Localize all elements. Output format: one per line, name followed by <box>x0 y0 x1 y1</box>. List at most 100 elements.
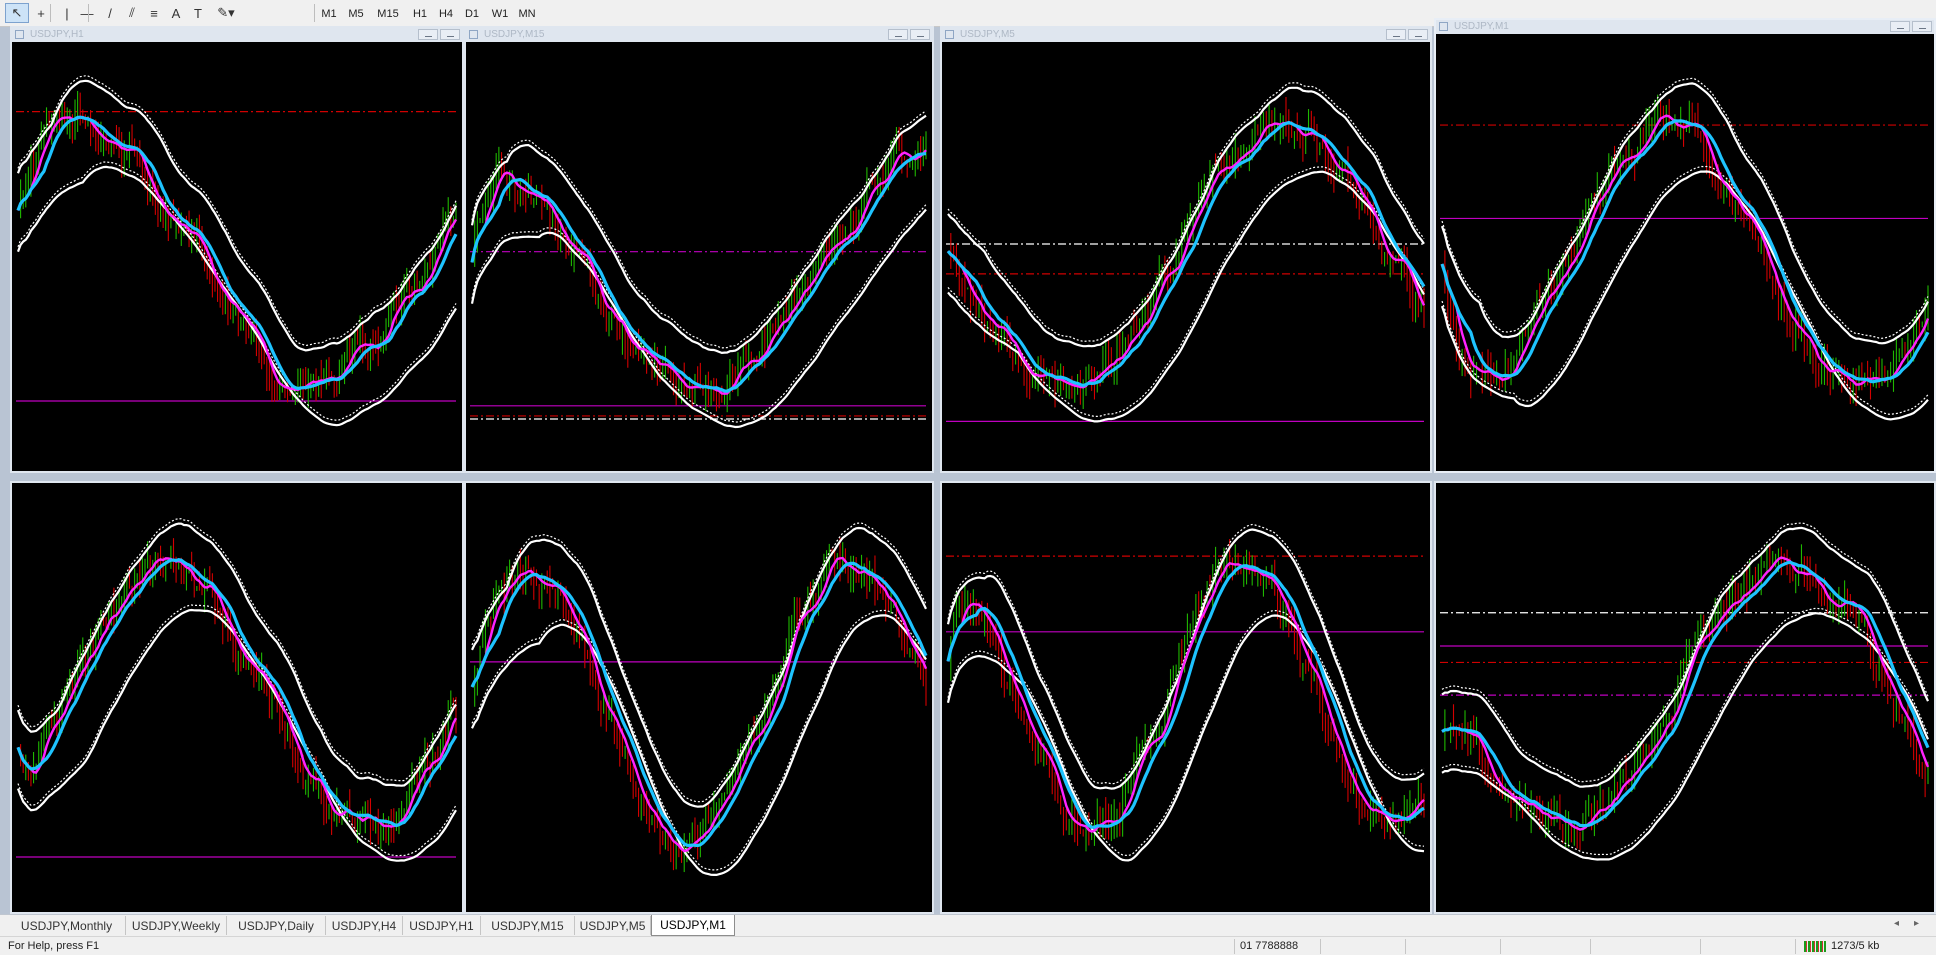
chart-window-titlebar[interactable]: USDJPY,M15 <box>466 28 932 42</box>
timeframe-h1-button[interactable]: H1 <box>410 5 430 22</box>
timeframe-mn-button[interactable]: MN <box>515 5 539 22</box>
chart-window-titlebar[interactable]: USDJPY,M5 <box>942 28 1430 42</box>
lower-band-hatch <box>17 604 457 857</box>
upper-band <box>947 86 1425 348</box>
status-value: 01 7788888 <box>1240 940 1299 952</box>
chart-window[interactable] <box>10 481 464 914</box>
slow-moving-average <box>470 561 928 848</box>
price-chart-canvas[interactable] <box>12 483 462 912</box>
slow-moving-average <box>470 152 927 393</box>
price-chart[interactable] <box>12 42 462 471</box>
slow-moving-average <box>946 120 1426 388</box>
price-chart-canvas[interactable] <box>942 483 1430 912</box>
fast-moving-average <box>470 149 927 395</box>
chart-document-icon <box>469 30 478 39</box>
chart-tab[interactable]: USDJPY,M15 <box>481 916 575 935</box>
upper-band-hatch <box>947 523 1425 785</box>
chart-document-icon <box>1439 22 1448 31</box>
equidistant-channel-icon[interactable]: ⫽ <box>120 3 144 23</box>
timeframe-m5-button[interactable]: M5 <box>345 5 367 22</box>
maximize-window-icon[interactable] <box>1912 21 1932 32</box>
fast-moving-average <box>947 121 1426 389</box>
lower-band-hatch <box>17 161 457 421</box>
chart-tab-bar: USDJPY,Monthly USDJPY,Weekly USDJPY,Daily U… <box>0 914 1936 936</box>
maximize-window-icon[interactable] <box>910 29 930 40</box>
horizontal-line-icon[interactable]: — <box>75 3 99 23</box>
chart-tab[interactable]: USDJPY,Weekly <box>126 916 227 935</box>
price-chart-canvas[interactable] <box>12 42 462 471</box>
cursor-icon[interactable]: ↖ <box>5 3 29 23</box>
price-chart[interactable] <box>1436 483 1934 912</box>
chart-window[interactable] <box>464 481 934 914</box>
timeframe-d1-button[interactable]: D1 <box>461 5 483 22</box>
price-chart-canvas[interactable] <box>466 42 932 471</box>
chart-document-icon <box>15 30 24 39</box>
connection-status-icon <box>1804 941 1826 952</box>
chart-window-titlebar[interactable]: USDJPY,M1 <box>1436 20 1934 34</box>
minimize-window-icon[interactable] <box>888 29 908 40</box>
price-chart[interactable] <box>12 483 462 912</box>
lower-band <box>947 170 1425 423</box>
tab-scroll-left-icon[interactable]: ◂ <box>1894 918 1899 929</box>
fast-moving-average <box>946 561 1425 833</box>
fast-moving-average <box>16 557 458 828</box>
minimize-window-icon[interactable] <box>1890 21 1910 32</box>
price-chart-canvas[interactable] <box>1436 483 1934 912</box>
chart-tab[interactable]: USDJPY,H1 <box>403 916 481 935</box>
timeframe-m1-button[interactable]: M1 <box>318 5 340 22</box>
chart-tab[interactable]: USDJPY,M1 <box>651 915 735 936</box>
price-chart-canvas[interactable] <box>1436 34 1934 471</box>
upper-band <box>16 522 457 787</box>
chart-window-title: USDJPY,M15 <box>484 29 545 40</box>
lower-band <box>1441 612 1930 861</box>
upper-band <box>16 79 457 352</box>
timeframe-m15-button[interactable]: M15 <box>373 5 403 22</box>
chart-tab[interactable]: USDJPY,H4 <box>326 916 403 935</box>
chart-window[interactable]: USDJPY,M5 <box>940 26 1432 473</box>
traffic-counter: 1273/5 kb <box>1831 940 1880 952</box>
maximize-window-icon[interactable] <box>440 29 460 40</box>
tab-scroll-right-icon[interactable]: ▸ <box>1914 918 1919 929</box>
price-chart-canvas[interactable] <box>942 42 1430 471</box>
lower-band <box>471 614 927 876</box>
price-chart[interactable] <box>466 483 932 912</box>
lower-band-hatch <box>947 610 1425 857</box>
chart-window-title: USDJPY,M5 <box>960 29 1015 40</box>
text-icon[interactable]: A <box>164 3 188 23</box>
shapes-dropdown-icon[interactable]: ✎▾ <box>208 3 244 23</box>
minimize-window-icon[interactable] <box>1386 29 1406 40</box>
text-label-icon[interactable]: T <box>186 3 210 23</box>
price-chart[interactable] <box>1436 34 1934 471</box>
chart-document-icon <box>945 30 954 39</box>
timeframe-h4-button[interactable]: H4 <box>435 5 457 22</box>
price-chart-canvas[interactable] <box>466 483 932 912</box>
upper-band-hatch <box>17 518 457 782</box>
upper-band <box>471 526 927 808</box>
status-bar: For Help, press F1 01 7788888 1273/5 kb <box>0 936 1936 955</box>
chart-window[interactable]: USDJPY,H1 <box>10 26 464 473</box>
chart-tab[interactable]: USDJPY,M5 <box>575 916 651 935</box>
help-hint: For Help, press F1 <box>8 940 100 952</box>
trendline-icon[interactable]: / <box>98 3 122 23</box>
chart-window[interactable]: USDJPY,M15 <box>464 26 934 473</box>
chart-tab[interactable]: USDJPY,Daily <box>227 916 326 935</box>
maximize-window-icon[interactable] <box>1408 29 1428 40</box>
minimize-window-icon[interactable] <box>418 29 438 40</box>
upper-band-hatch <box>947 82 1425 342</box>
price-chart[interactable] <box>942 42 1430 471</box>
chart-window[interactable]: USDJPY,M1 <box>1434 18 1936 473</box>
price-chart[interactable] <box>466 42 932 471</box>
fibonacci-icon[interactable]: ≡ <box>142 3 166 23</box>
upper-band-hatch <box>1441 522 1929 783</box>
upper-band-hatch <box>1441 77 1929 339</box>
chart-window-titlebar[interactable]: USDJPY,H1 <box>12 28 462 42</box>
chart-window[interactable] <box>1434 481 1936 914</box>
timeframe-w1-button[interactable]: W1 <box>489 5 511 22</box>
chart-tab[interactable]: USDJPY,Monthly <box>8 916 126 935</box>
lower-band-hatch <box>471 609 927 871</box>
lower-band-hatch <box>947 166 1425 417</box>
slow-moving-average <box>1440 119 1930 384</box>
slow-moving-average <box>946 564 1425 829</box>
price-chart[interactable] <box>942 483 1430 912</box>
chart-window[interactable] <box>940 481 1432 914</box>
